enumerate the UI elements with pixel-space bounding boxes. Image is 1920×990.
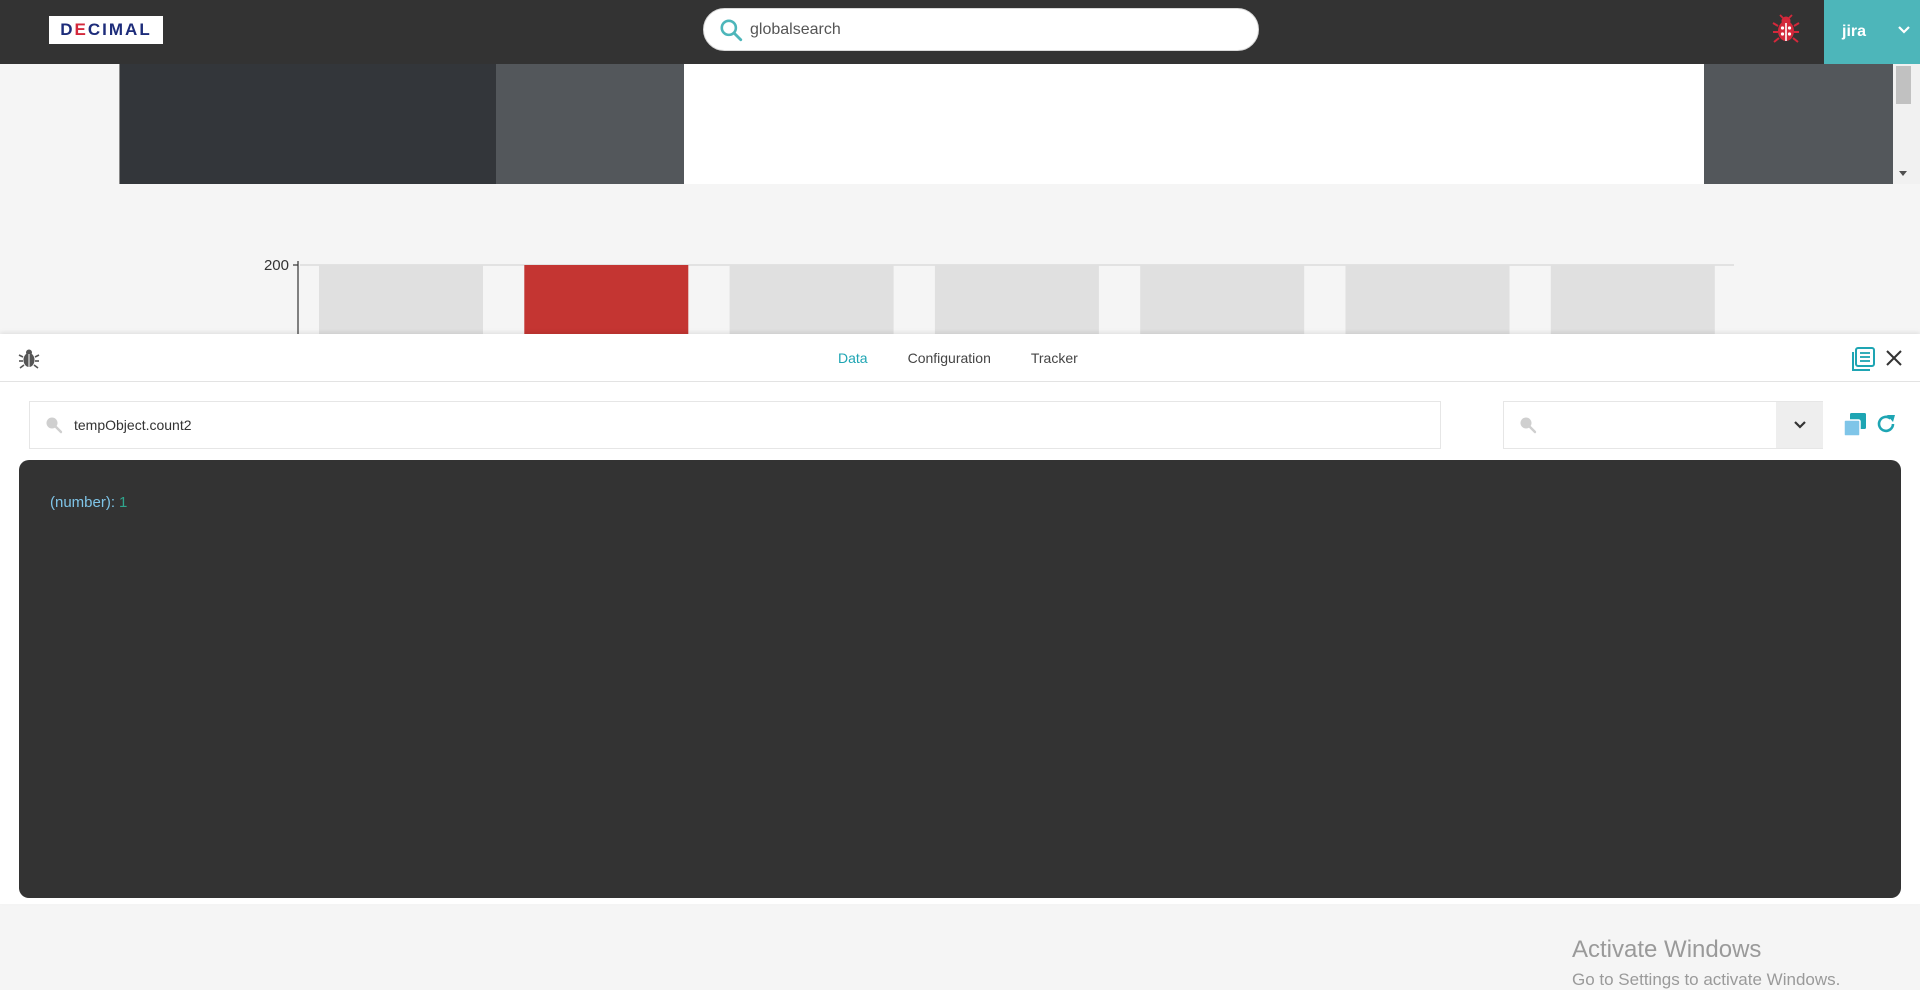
pages-icon[interactable] bbox=[1850, 346, 1876, 372]
tab-configuration[interactable]: Configuration bbox=[908, 350, 991, 366]
value-text: 1 bbox=[119, 494, 128, 511]
chart-bar bbox=[1345, 265, 1510, 335]
value-type-label: (number): bbox=[50, 494, 116, 511]
panel-white bbox=[684, 64, 1704, 184]
global-search-input[interactable] bbox=[750, 20, 1230, 39]
scroll-down-arrow-icon[interactable] bbox=[1896, 166, 1910, 180]
search-icon bbox=[46, 417, 63, 434]
logo-text: DECIMAL bbox=[60, 20, 152, 39]
chart-bar bbox=[1550, 265, 1715, 335]
drawer-tabs: Data Configuration Tracker bbox=[838, 350, 1118, 366]
watermark-subtitle: Go to Settings to activate Windows. bbox=[1572, 970, 1841, 989]
top-navbar: DECIMAL jira bbox=[0, 0, 1920, 64]
copy-icon[interactable] bbox=[1842, 412, 1868, 438]
user-name: jira bbox=[1842, 23, 1867, 40]
user-menu[interactable]: jira bbox=[1824, 0, 1920, 64]
panel-gray-right bbox=[1704, 64, 1893, 184]
object-path-field[interactable] bbox=[29, 401, 1441, 449]
chart-bar-highlighted bbox=[524, 265, 689, 335]
filter-dropdown-button[interactable] bbox=[1776, 402, 1823, 448]
chart-bar bbox=[1140, 265, 1305, 335]
tab-tracker[interactable]: Tracker bbox=[1031, 350, 1078, 366]
y-tick-label: 200 bbox=[264, 257, 289, 274]
bug-icon[interactable] bbox=[18, 347, 40, 369]
panel-gray bbox=[496, 64, 684, 184]
dashboard-panel-strip bbox=[119, 64, 1893, 184]
filter-input[interactable] bbox=[1548, 412, 1768, 438]
chart-bar bbox=[319, 265, 483, 335]
chart-bar bbox=[729, 265, 894, 335]
data-console: (number): 1 Activate Windows Go to Settin… bbox=[19, 460, 1901, 989]
drawer-header: Data Configuration Tracker bbox=[0, 334, 1920, 382]
windows-activation-watermark: Activate Windows Go to Settings to activ… bbox=[1572, 936, 1840, 990]
panel-dark bbox=[119, 64, 496, 184]
background-bar-chart: 200 bbox=[0, 185, 1920, 335]
bug-icon[interactable] bbox=[1772, 14, 1800, 44]
search-icon bbox=[1520, 417, 1537, 434]
watermark-title: Activate Windows bbox=[1572, 936, 1762, 963]
close-icon[interactable] bbox=[1884, 348, 1904, 368]
global-search-box[interactable] bbox=[703, 8, 1259, 51]
chevron-down-icon bbox=[1793, 421, 1806, 429]
chart-bar bbox=[934, 265, 1099, 335]
tab-data[interactable]: Data bbox=[838, 350, 868, 366]
search-icon bbox=[720, 18, 743, 41]
filter-select[interactable] bbox=[1503, 401, 1823, 449]
chevron-down-icon bbox=[1898, 26, 1910, 34]
debug-drawer: Data Configuration Tracker tempObject.co… bbox=[0, 334, 1920, 989]
object-path-input[interactable] bbox=[74, 417, 1374, 433]
bar-chart-svg: 200 bbox=[264, 257, 1734, 335]
console-output-line: (number): 1 bbox=[50, 494, 127, 511]
scrollbar-thumb[interactable] bbox=[1896, 66, 1911, 104]
refresh-icon[interactable] bbox=[1874, 412, 1898, 436]
decimal-logo[interactable]: DECIMAL bbox=[49, 16, 163, 44]
